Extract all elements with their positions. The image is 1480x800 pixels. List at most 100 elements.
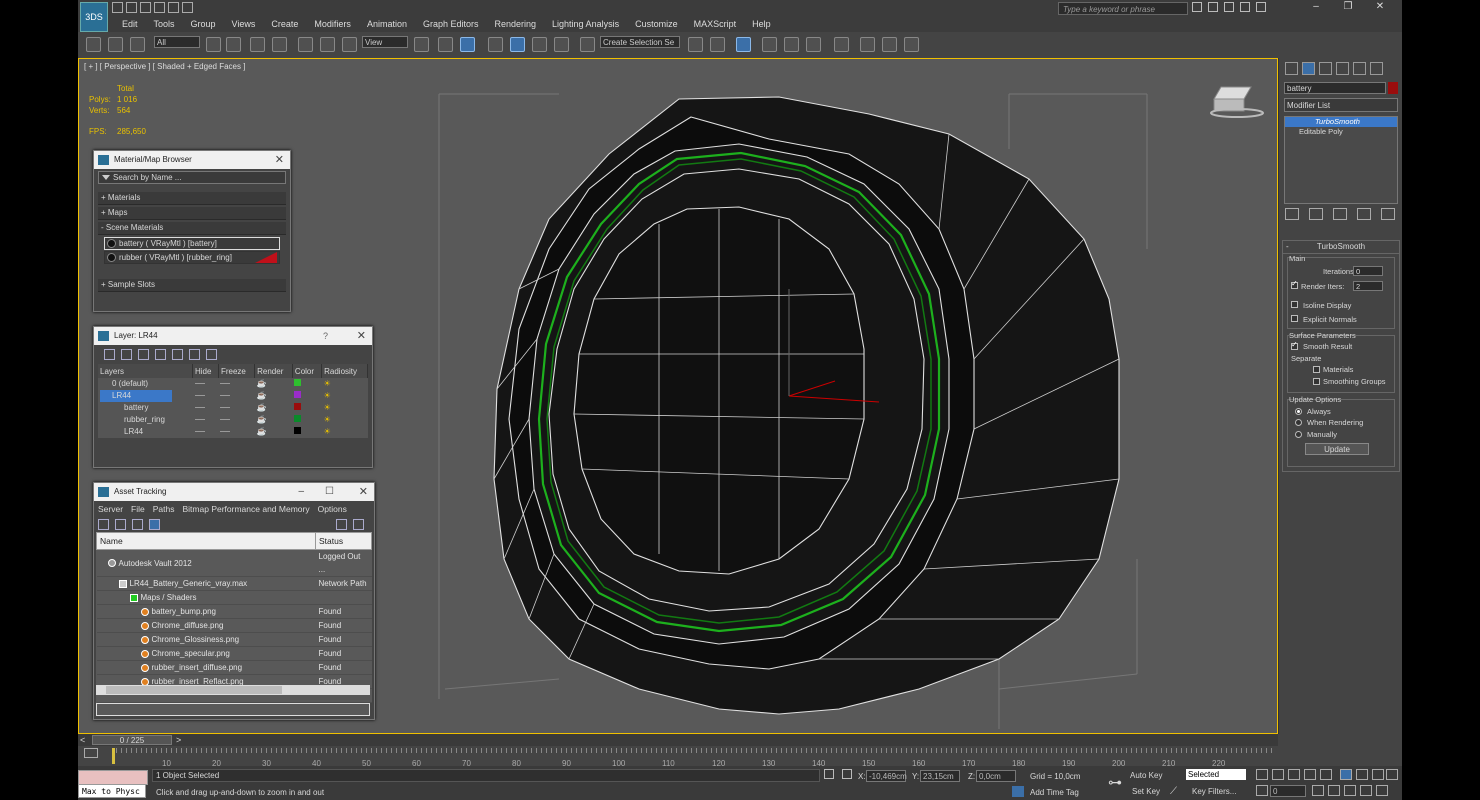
asset-menu-bitmap-performance-and-memory[interactable]: Bitmap Performance and Memory xyxy=(183,504,310,514)
asset-row[interactable]: Chrome_Glossiness.png Found xyxy=(96,632,372,647)
menu-item-help[interactable]: Help xyxy=(744,17,779,31)
key-selection-select[interactable]: Selected xyxy=(1186,769,1246,780)
menu-item-create[interactable]: Create xyxy=(263,17,306,31)
angle-snap-icon[interactable] xyxy=(510,37,525,52)
material-item-battery[interactable]: battery ( VRayMtl ) [battery] xyxy=(104,237,280,250)
asset-menu-server[interactable]: Server xyxy=(98,504,123,514)
zoom-extents-all-icon[interactable] xyxy=(1386,769,1398,780)
asset-row[interactable]: rubber_insert_diffuse.png Found xyxy=(96,660,372,675)
freeze-toggle[interactable] xyxy=(220,383,231,385)
layer-column-radiosity[interactable]: Radiosity xyxy=(321,364,368,378)
layer-column-hide[interactable]: Hide xyxy=(192,364,219,378)
time-slider[interactable]: < 0 / 225 > xyxy=(78,734,1278,746)
project-folder-icon[interactable] xyxy=(182,2,193,13)
schematic-view-icon[interactable] xyxy=(806,37,821,52)
mirror-icon[interactable] xyxy=(688,37,703,52)
utilities-tab-icon[interactable] xyxy=(1370,62,1383,75)
render-teapot-icon[interactable]: ☕ xyxy=(257,415,267,424)
rollout-title[interactable]: TurboSmooth xyxy=(1283,241,1399,254)
field-of-view-icon[interactable] xyxy=(1328,785,1340,796)
redo-icon[interactable] xyxy=(168,2,179,13)
viewcube-icon[interactable] xyxy=(1210,86,1264,118)
separate-materials-checkbox[interactable] xyxy=(1313,366,1320,373)
minimize-icon[interactable]: – xyxy=(298,483,304,501)
layer-color-swatch[interactable] xyxy=(294,379,302,386)
freeze-toggle[interactable] xyxy=(220,395,231,397)
maxscript-listener-mini[interactable] xyxy=(78,770,148,785)
freeze-all-icon[interactable] xyxy=(206,349,217,360)
rendered-frame-icon[interactable] xyxy=(882,37,897,52)
auto-key-button[interactable]: Auto Key xyxy=(1130,771,1162,780)
pan-icon[interactable] xyxy=(1344,785,1356,796)
mini-curve-editor-icon[interactable] xyxy=(84,748,98,758)
hide-toggle[interactable] xyxy=(194,419,205,421)
show-end-result-icon[interactable] xyxy=(1309,208,1323,220)
maxscript-input[interactable]: Max to Physc xyxy=(78,784,146,798)
unlink-icon[interactable] xyxy=(108,37,123,52)
graphite-toggle-icon[interactable] xyxy=(762,37,777,52)
asset-path-field[interactable] xyxy=(96,703,370,716)
key-mode-toggle-icon[interactable] xyxy=(1256,785,1268,796)
close-icon[interactable]: ✕ xyxy=(359,483,368,501)
curve-editor-icon[interactable] xyxy=(784,37,799,52)
horizontal-scrollbar[interactable] xyxy=(96,685,370,695)
render-production-icon[interactable] xyxy=(904,37,919,52)
object-color-swatch[interactable] xyxy=(1388,82,1398,94)
go-to-end-icon[interactable] xyxy=(1320,769,1332,780)
render-teapot-icon[interactable]: ☕ xyxy=(257,403,267,412)
column-name[interactable]: Name xyxy=(96,532,316,550)
open-file-icon[interactable] xyxy=(126,2,137,13)
layer-color-swatch[interactable] xyxy=(294,415,302,422)
key-mode-icon[interactable]: ⊶ xyxy=(1108,774,1122,791)
current-frame-marker[interactable] xyxy=(112,748,115,764)
help-icon[interactable] xyxy=(1256,2,1266,12)
select-manipulate-icon[interactable] xyxy=(438,37,453,52)
asset-menu-file[interactable]: File xyxy=(131,504,145,514)
asset-menu-options[interactable]: Options xyxy=(318,504,347,514)
current-frame-field[interactable]: 0 xyxy=(1270,785,1306,797)
display-tab-icon[interactable] xyxy=(1353,62,1366,75)
render-setup-icon[interactable] xyxy=(860,37,875,52)
update-always-radio[interactable] xyxy=(1295,408,1302,415)
create-tab-icon[interactable] xyxy=(1285,62,1298,75)
infocenter-search-input[interactable]: Type a keyword or phrase xyxy=(1058,2,1188,15)
edit-named-sel-icon[interactable] xyxy=(580,37,595,52)
go-to-start-icon[interactable] xyxy=(1256,769,1268,780)
maximize-viewport-icon[interactable] xyxy=(1376,785,1388,796)
select-by-name-icon[interactable] xyxy=(226,37,241,52)
bind-space-warp-icon[interactable] xyxy=(130,37,145,52)
asset-row[interactable]: Chrome_specular.png Found xyxy=(96,646,372,661)
layer-color-swatch[interactable] xyxy=(294,391,302,398)
rect-selection-icon[interactable] xyxy=(250,37,265,52)
category-materials[interactable]: + Materials xyxy=(98,192,286,205)
layer-row[interactable]: LR44 ☕ ☀ xyxy=(98,390,368,402)
binoculars-icon[interactable] xyxy=(1192,2,1202,12)
undo-icon[interactable] xyxy=(154,2,165,13)
layer-column-freeze[interactable]: Freeze xyxy=(218,364,256,378)
menu-item-tools[interactable]: Tools xyxy=(146,17,183,31)
iterations-spinner[interactable]: 0 xyxy=(1353,266,1383,276)
render-teapot-icon[interactable]: ☕ xyxy=(257,427,267,436)
window-crossing-icon[interactable] xyxy=(272,37,287,52)
asset-row[interactable]: Maps / Shaders xyxy=(96,590,372,605)
object-name-input[interactable]: battery xyxy=(1284,82,1386,94)
time-slider-thumb[interactable]: 0 / 225 xyxy=(92,735,172,745)
motion-tab-icon[interactable] xyxy=(1336,62,1349,75)
category-scene-materials[interactable]: - Scene Materials xyxy=(98,222,286,235)
time-config-icon[interactable] xyxy=(1312,785,1324,796)
radiosity-icon[interactable]: ☀ xyxy=(324,403,331,412)
radiosity-icon[interactable]: ☀ xyxy=(324,427,331,436)
layer-row[interactable]: rubber_ring ☕ ☀ xyxy=(98,414,368,426)
radiosity-icon[interactable]: ☀ xyxy=(324,415,331,424)
render-iters-checkbox[interactable] xyxy=(1291,279,1298,289)
track-bar[interactable]: 10 20 30 40 50 60 70 80 90 100 110 120 130 140 150 160 1… xyxy=(78,746,1278,768)
menu-item-group[interactable]: Group xyxy=(183,17,224,31)
layer-row[interactable]: battery ☕ ☀ xyxy=(98,402,368,414)
set-key-curve-icon[interactable]: ⟋ xyxy=(1170,786,1177,797)
wrench-icon[interactable] xyxy=(1224,2,1234,12)
menu-item-graph-editors[interactable]: Graph Editors xyxy=(415,17,487,31)
material-editor-icon[interactable] xyxy=(834,37,849,52)
help-icon[interactable]: ? xyxy=(323,327,328,345)
layer-column-layers[interactable]: Layers xyxy=(98,364,193,378)
key-filters-button[interactable]: Key Filters... xyxy=(1192,787,1236,796)
